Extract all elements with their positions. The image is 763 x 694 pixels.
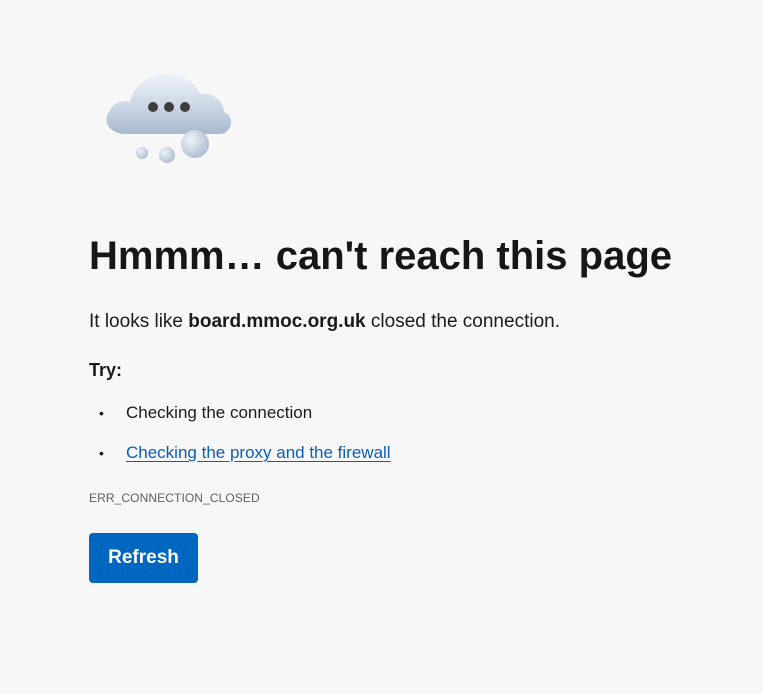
bullet-icon: • <box>99 445 104 461</box>
suggestion-list: • Checking the connection • Checking the… <box>89 400 391 480</box>
message-suffix: closed the connection. <box>370 311 560 332</box>
host-name: board.mmoc.org.uk <box>188 311 366 332</box>
message-prefix: It looks like <box>89 311 183 332</box>
try-label: Try: <box>89 360 123 380</box>
page-title: Hmmm… can't reach this page <box>89 234 673 278</box>
list-item: • Checking the proxy and the firewall <box>89 440 391 480</box>
cloud-thinking-icon <box>100 62 240 172</box>
proxy-firewall-link[interactable]: Checking the proxy and the firewall <box>126 443 391 462</box>
refresh-button[interactable]: Refresh <box>89 533 198 583</box>
error-code: ERR_CONNECTION_CLOSED <box>89 491 260 505</box>
bullet-icon: • <box>99 405 104 421</box>
error-message: It looks like board.mmoc.org.uk closed t… <box>89 309 560 335</box>
error-page: Hmmm… can't reach this page It looks lik… <box>0 0 763 694</box>
suggestion-check-connection: Checking the connection <box>126 403 313 422</box>
list-item: • Checking the connection <box>89 400 391 440</box>
